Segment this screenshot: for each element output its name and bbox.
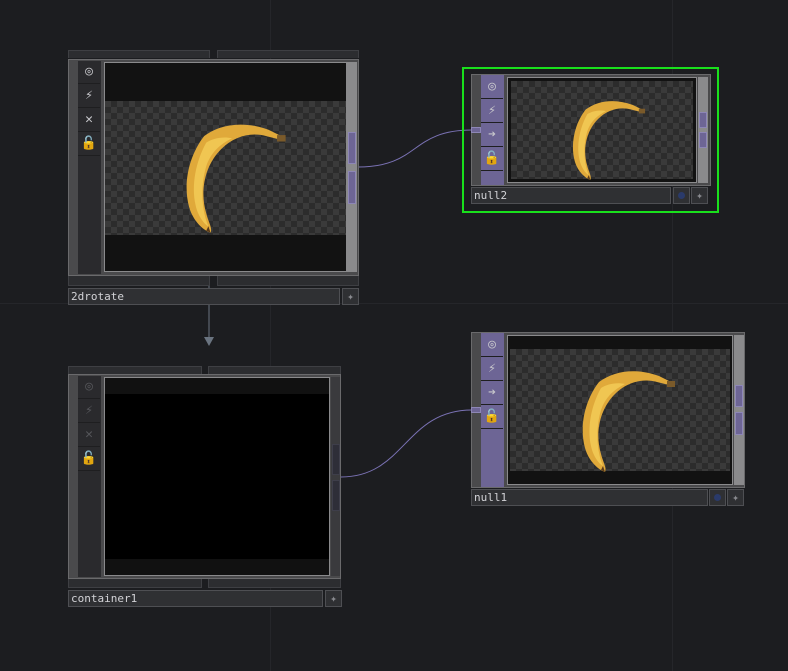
bypass-icon[interactable]: ⚡ xyxy=(481,100,503,123)
add-icon[interactable]: ✦ xyxy=(727,489,744,506)
node-scroll-bar xyxy=(347,62,357,272)
node-top-tab xyxy=(68,366,202,374)
banana-image xyxy=(177,119,287,237)
bypass-icon[interactable]: ⚡ xyxy=(481,358,503,381)
lock-icon[interactable]: 🔓 xyxy=(78,133,100,156)
add-icon[interactable]: ✦ xyxy=(342,288,359,305)
node-side-panel: ◎ ⚡ ➔ 🔓 xyxy=(481,333,504,487)
node-side-panel: ◎ ⚡ ✕ 🔓 xyxy=(78,376,101,577)
viewer-icon[interactable]: ◎ xyxy=(481,334,503,357)
wire-arrow xyxy=(204,337,214,346)
node-bottom-tab xyxy=(68,579,202,588)
input-connector[interactable] xyxy=(471,407,481,413)
node-side-panel: ◎ ⚡ ➔ 🔓 xyxy=(481,75,504,185)
node-bottom-tab xyxy=(217,276,359,286)
status-dot xyxy=(678,192,685,199)
clone-icon[interactable]: ✕ xyxy=(78,109,100,132)
node-viewer[interactable] xyxy=(104,377,330,576)
node-scroll-bar xyxy=(331,377,340,576)
node-viewer[interactable] xyxy=(507,77,697,183)
viewer-top-band xyxy=(105,378,329,394)
lock-icon[interactable]: 🔓 xyxy=(78,448,100,471)
bypass-icon[interactable]: ⚡ xyxy=(78,400,100,423)
output-connector[interactable] xyxy=(348,132,356,164)
viewer-icon[interactable]: ◎ xyxy=(78,376,100,399)
wire-container1-null1 xyxy=(340,409,473,478)
node-name-label[interactable]: null1 xyxy=(471,489,708,506)
display-icon[interactable]: ➔ xyxy=(481,382,503,405)
input-connector[interactable] xyxy=(471,127,481,133)
output-connector[interactable] xyxy=(332,480,340,511)
display-icon[interactable]: ➔ xyxy=(481,124,503,147)
viewer-bottom-band xyxy=(105,559,329,575)
node-name-label[interactable]: null2 xyxy=(471,187,671,204)
node-top-tab xyxy=(217,50,359,58)
banana-image xyxy=(574,366,676,476)
output-connector[interactable] xyxy=(348,171,356,204)
bypass-icon[interactable]: ⚡ xyxy=(78,85,100,108)
output-connector[interactable] xyxy=(735,412,743,435)
node-status-box xyxy=(709,489,726,506)
wire-2drotate-null2 xyxy=(357,129,473,168)
node-side-panel: ◎ ⚡ ✕ 🔓 xyxy=(78,61,101,274)
node-scroll-bar xyxy=(698,77,708,183)
node-name-label[interactable]: container1 xyxy=(68,590,323,607)
node-bottom-tab xyxy=(68,276,210,286)
clone-icon[interactable]: ✕ xyxy=(78,424,100,447)
node-top-tab xyxy=(208,366,341,374)
add-icon[interactable]: ✦ xyxy=(691,187,708,204)
node-status-box xyxy=(673,187,690,204)
node-viewer[interactable] xyxy=(104,62,347,272)
lock-icon[interactable]: 🔓 xyxy=(481,406,503,429)
node-top-tab xyxy=(68,50,210,58)
node-viewer[interactable] xyxy=(507,335,733,485)
output-connector[interactable] xyxy=(332,444,340,475)
output-connector[interactable] xyxy=(735,385,743,407)
banana-image xyxy=(566,97,646,183)
add-icon[interactable]: ✦ xyxy=(325,590,342,607)
viewer-icon[interactable]: ◎ xyxy=(78,61,100,84)
node-name-label[interactable]: 2drotate xyxy=(68,288,340,305)
lock-icon[interactable]: 🔓 xyxy=(481,148,503,171)
viewer-icon[interactable]: ◎ xyxy=(481,76,503,99)
output-connector[interactable] xyxy=(699,112,707,128)
status-dot xyxy=(714,494,721,501)
node-bottom-tab xyxy=(208,579,341,588)
node-scroll-bar xyxy=(734,335,744,485)
output-connector[interactable] xyxy=(699,132,707,148)
